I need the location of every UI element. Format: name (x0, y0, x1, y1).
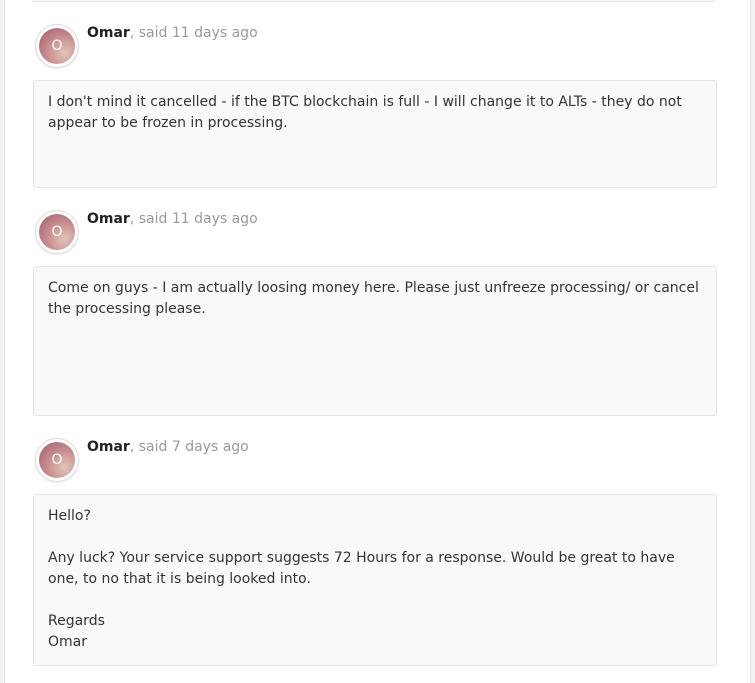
comment-text: Omar (48, 634, 87, 650)
previous-comment-body (32, 0, 716, 2)
comment-author[interactable]: Omar (87, 25, 130, 41)
comment-author[interactable]: Omar (87, 439, 130, 455)
avatar-image: O (39, 214, 75, 250)
avatar-image: O (39, 28, 75, 64)
comment-text: Regards (48, 613, 105, 629)
comment-meta: Omar, said 11 days ago (87, 25, 258, 41)
comment-timestamp: , said 11 days ago (129, 211, 258, 227)
avatar-image: O (39, 442, 75, 478)
comment-timestamp: , said 7 days ago (129, 439, 249, 455)
avatar-letter: O (51, 224, 63, 240)
avatar-letter: O (51, 38, 63, 54)
avatar-letter: O (51, 452, 63, 468)
comment-timestamp: , said 11 days ago (129, 25, 258, 41)
comment-body: Come on guys - I am actually loosing mon… (33, 266, 717, 416)
comment-text: Hello? (48, 508, 91, 524)
comment-meta: Omar, said 11 days ago (87, 211, 258, 227)
avatar[interactable]: O (35, 24, 79, 68)
comment-text: Come on guys - I am actually loosing mon… (48, 280, 699, 317)
comment-author[interactable]: Omar (87, 211, 130, 227)
comment-text: I don't mind it cancelled - if the BTC b… (48, 94, 682, 131)
comment-meta: Omar, said 7 days ago (87, 439, 249, 455)
comment-text: Any luck? Your service support suggests … (48, 550, 675, 587)
comment-thread: O Omar, said 11 days ago I don't mind it… (4, 0, 751, 683)
comment-body: Hello? Any luck? Your service support su… (33, 494, 717, 666)
avatar[interactable]: O (35, 438, 79, 482)
comment-body: I don't mind it cancelled - if the BTC b… (33, 80, 717, 188)
avatar[interactable]: O (35, 210, 79, 254)
